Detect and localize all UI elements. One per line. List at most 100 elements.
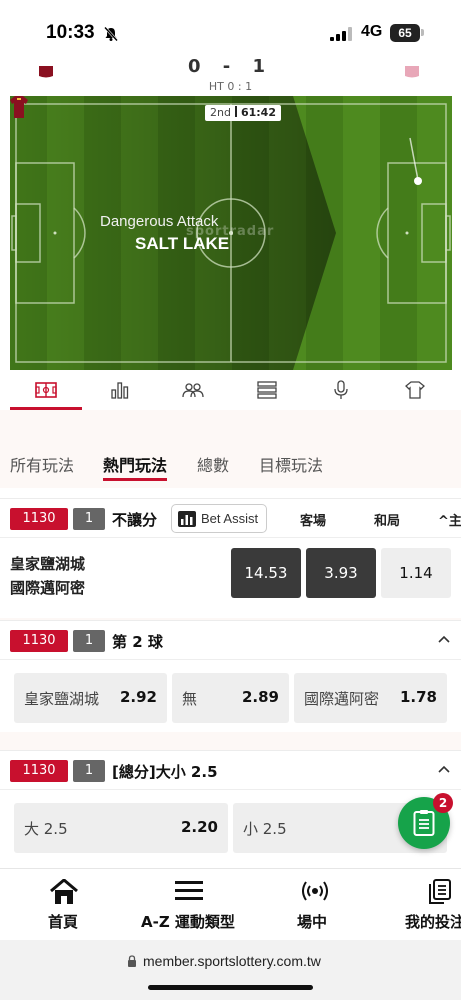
betslip-count-badge: 2 <box>433 793 453 813</box>
odd-button-home[interactable]: 1.14 <box>381 548 451 598</box>
market-code-badge: 1130 <box>10 508 68 530</box>
stacked-pages-icon <box>429 879 451 904</box>
tab-commentary[interactable] <box>327 378 355 402</box>
chevron-up-icon[interactable] <box>438 765 450 773</box>
option-label: 皇家鹽湖城 <box>24 690 100 708</box>
option-odd: 2.20 <box>180 818 218 836</box>
spacer <box>0 732 461 750</box>
tab-list[interactable] <box>253 378 281 402</box>
category-tabs: 所有玩法 熱門玩法 總數 目標玩法 <box>0 438 461 488</box>
home-indicator <box>148 985 313 990</box>
battery-tip <box>421 29 424 36</box>
tab-goal-markets[interactable]: 目標玩法 <box>259 452 323 476</box>
option-odd: 2.89 <box>241 688 279 706</box>
score-header: 0 - 1 HT 0 : 1 <box>0 56 461 96</box>
column-header-home: ^主 <box>438 510 461 529</box>
option-label: 大 2.5 <box>24 820 68 838</box>
option-home-team[interactable]: 皇家鹽湖城 2.92 <box>14 673 167 723</box>
status-bar: 10:33 4G 65 <box>0 0 461 62</box>
lineup-icon <box>182 383 204 398</box>
option-label: 無 <box>182 690 198 708</box>
tab-totals[interactable]: 總數 <box>197 452 229 476</box>
nav-home[interactable]: 首頁 <box>30 869 100 941</box>
total-goals-options: 大 2.5 2.20 小 2.5 <box>0 790 461 868</box>
odd-button-draw[interactable]: 3.93 <box>306 548 376 598</box>
market-code-badge: 1130 <box>10 630 68 652</box>
nav-sports-az[interactable]: A-Z 運動類型 <box>136 869 246 941</box>
home-team-name: 皇家鹽湖城 <box>10 555 86 573</box>
signal-icon <box>330 27 352 41</box>
match-time: 61:42 <box>240 106 276 119</box>
bet-assist-label: Bet Assist <box>201 511 259 526</box>
microphone-icon <box>334 380 348 399</box>
match-clock: 2nd 61:42 <box>205 105 281 121</box>
nav-label: 場中 <box>297 913 328 931</box>
market-header-total-goals[interactable]: 1130 1 [總分]大小 2.5 <box>0 750 461 790</box>
option-label: 小 2.5 <box>243 820 287 838</box>
tab-stats[interactable] <box>106 378 134 402</box>
tab-pitch[interactable] <box>32 378 60 402</box>
network-type: 4G <box>361 23 383 40</box>
sort-caret-icon: ^ <box>438 514 449 529</box>
mute-bell-icon <box>104 26 118 42</box>
second-goal-options: 皇家鹽湖城 2.92 無 2.89 國際邁阿密 1.78 <box>0 660 461 732</box>
option-over[interactable]: 大 2.5 2.20 <box>14 803 228 853</box>
spacer <box>0 410 461 438</box>
nav-label: A-Z 運動類型 <box>141 913 235 931</box>
option-odd: 1.78 <box>399 688 437 706</box>
clipboard-icon <box>413 810 435 836</box>
stats-icon <box>111 382 129 399</box>
market-title: 不讓分 <box>112 511 158 529</box>
column-header-away: 客場 <box>300 514 327 529</box>
option-label: 國際邁阿密 <box>304 690 380 708</box>
match-odds-row: 皇家鹽湖城 國際邁阿密 14.53 3.93 1.14 <box>0 538 461 618</box>
odd-button-away[interactable]: 14.53 <box>231 548 301 598</box>
market-title: 第 2 球 <box>112 633 163 651</box>
market-header-moneyline[interactable]: 1130 1 不讓分 Bet Assist 客場 和局 ^主 <box>0 498 461 538</box>
tab-all-markets[interactable]: 所有玩法 <box>10 452 74 476</box>
nav-label: 首頁 <box>48 913 79 931</box>
match-score: 0 - 1 <box>187 56 274 77</box>
menu-icon <box>175 881 203 900</box>
lock-icon <box>128 955 136 967</box>
market-number-badge: 1 <box>73 760 105 782</box>
battery-icon: 65 <box>390 24 420 42</box>
live-broadcast-icon <box>302 881 328 901</box>
half-time-score: HT 0 : 1 <box>208 80 253 93</box>
bottom-navigation: 首頁 A-Z 運動類型 場中 我的投注 <box>0 868 461 940</box>
list-icon <box>257 381 277 399</box>
match-tracker-pitch: 2nd 61:42 sportradar Dangerous Attack SAL… <box>10 96 452 370</box>
option-away-team[interactable]: 國際邁阿密 1.78 <box>294 673 447 723</box>
home-icon <box>50 879 78 904</box>
pitch-icon <box>35 382 57 398</box>
nav-live[interactable]: 場中 <box>280 869 350 941</box>
tab-popular-markets[interactable]: 熱門玩法 <box>103 452 167 476</box>
tracker-icon-tabs <box>0 372 461 410</box>
tab-kits[interactable] <box>401 378 429 402</box>
event-label: Dangerous Attack <box>100 213 219 230</box>
category-active-underline <box>103 478 167 481</box>
column-header-draw: 和局 <box>374 514 401 529</box>
browser-url-bar[interactable]: member.sportslottery.com.tw <box>0 940 461 1000</box>
match-period: 2nd <box>210 106 231 119</box>
bar-chart-icon <box>181 515 193 525</box>
option-no-goal[interactable]: 無 2.89 <box>172 673 289 723</box>
tab-lineup[interactable] <box>179 378 207 402</box>
bet-assist-button[interactable]: Bet Assist <box>171 504 267 533</box>
bet-assist-icon <box>178 511 196 527</box>
market-code-badge: 1130 <box>10 760 68 782</box>
url-text: member.sportslottery.com.tw <box>143 953 321 969</box>
column-header-home-label: 主 <box>448 514 461 529</box>
betslip-fab[interactable]: 2 <box>398 793 453 849</box>
market-number-badge: 1 <box>73 508 105 530</box>
market-header-second-goal[interactable]: 1130 1 第 2 球 <box>0 620 461 660</box>
option-odd: 2.92 <box>119 688 157 706</box>
app-screen: 10:33 4G 65 0 - 1 HT 0 : 1 2nd 61:42 spo… <box>0 0 461 1000</box>
nav-my-bets[interactable]: 我的投注 <box>400 869 461 941</box>
clock-divider <box>234 106 237 117</box>
shirt-icon <box>405 381 425 399</box>
status-time: 10:33 <box>46 22 95 43</box>
chevron-up-icon[interactable] <box>438 635 450 643</box>
nav-label: 我的投注 <box>405 913 461 931</box>
market-title: [總分]大小 2.5 <box>112 763 218 781</box>
